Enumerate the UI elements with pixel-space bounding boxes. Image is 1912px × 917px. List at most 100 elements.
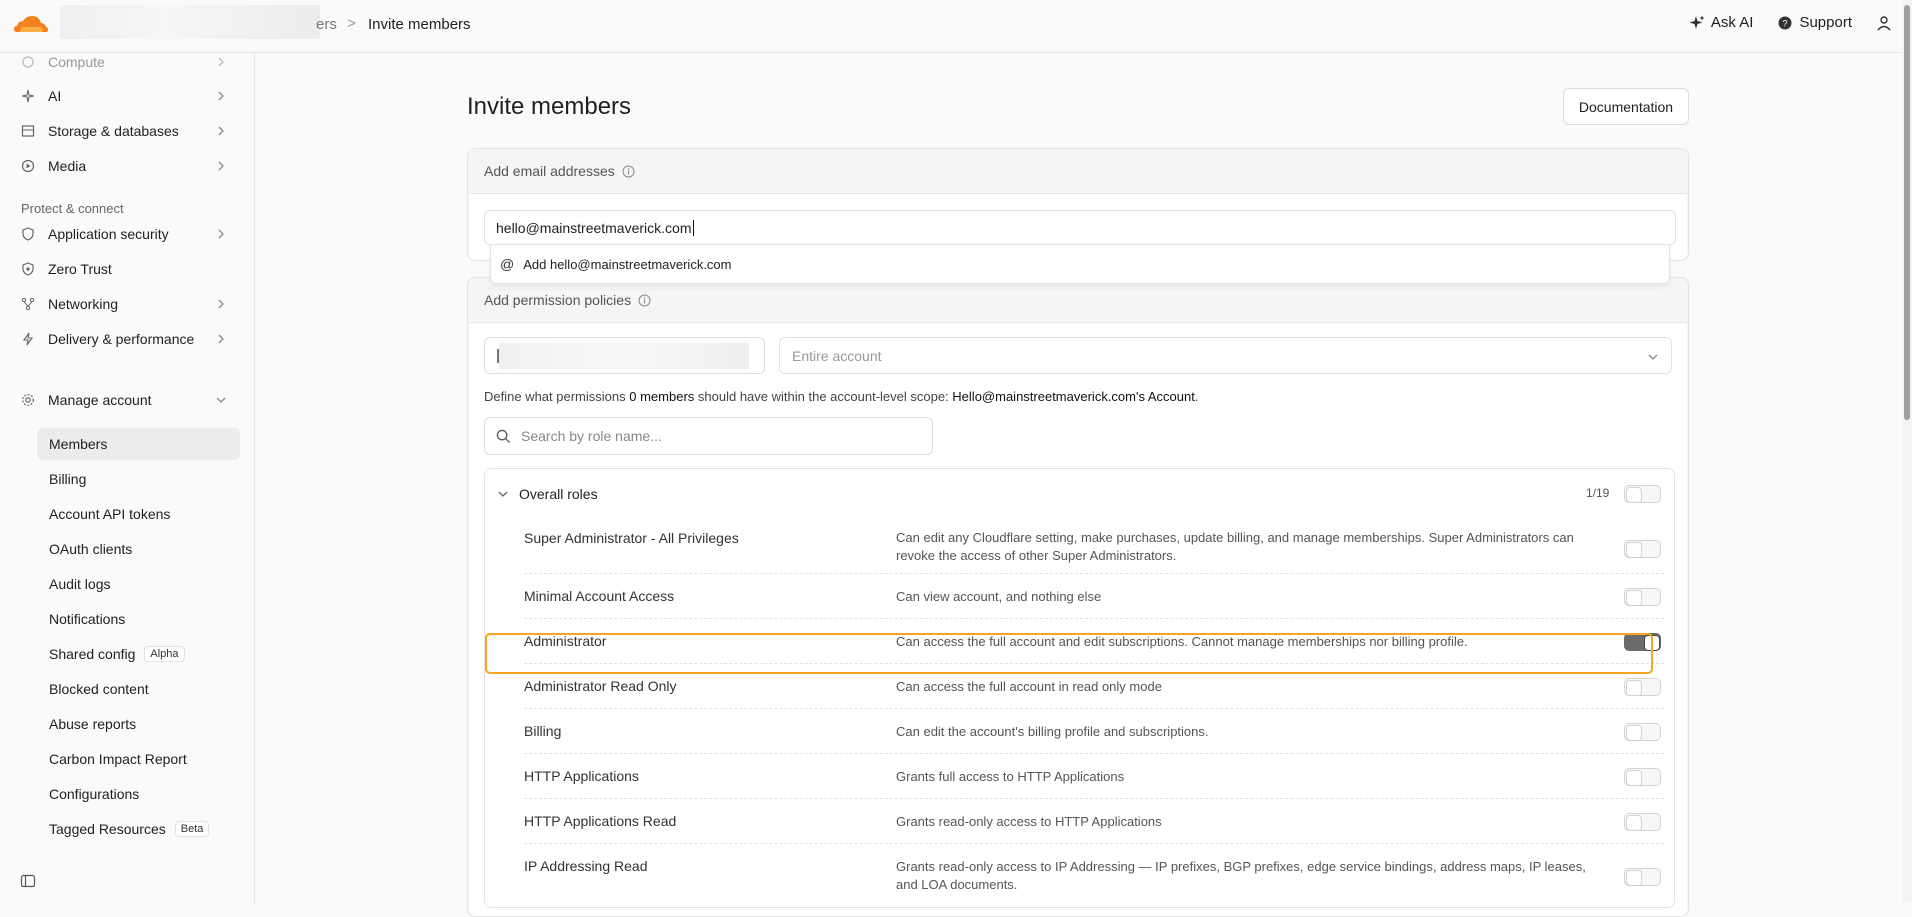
scrollbar-thumb[interactable] bbox=[1904, 5, 1910, 420]
sidebar-item-label: OAuth clients bbox=[49, 541, 133, 557]
documentation-button[interactable]: Documentation bbox=[1563, 88, 1689, 125]
at-icon: @ bbox=[500, 256, 515, 272]
role-search-input[interactable]: Search by role name... bbox=[484, 417, 933, 455]
overall-roles-toggle[interactable]: Overall roles bbox=[497, 486, 598, 502]
sidebar-item-manage-account[interactable]: Manage account bbox=[20, 385, 235, 415]
role-name: Minimal Account Access bbox=[524, 588, 675, 604]
sidebar-item-billing[interactable]: Billing bbox=[37, 463, 240, 495]
sidebar-item-blocked-content[interactable]: Blocked content bbox=[37, 673, 240, 705]
info-icon[interactable] bbox=[622, 165, 635, 178]
define-text: should have within the account-level sco… bbox=[697, 389, 949, 404]
sidebar-item-label: Application security bbox=[48, 226, 169, 242]
beta-badge: Beta bbox=[174, 821, 210, 837]
sidebar-item-zero-trust[interactable]: Zero Trust bbox=[20, 254, 235, 284]
compute-icon bbox=[20, 54, 36, 70]
role-toggle[interactable] bbox=[1624, 633, 1661, 651]
sidebar-item-networking[interactable]: Networking bbox=[20, 289, 235, 319]
chevron-right-icon bbox=[218, 299, 224, 309]
role-toggle[interactable] bbox=[1624, 868, 1661, 886]
role-toggle[interactable] bbox=[1624, 678, 1661, 696]
role-description: Can access the full account and edit sub… bbox=[896, 634, 1468, 649]
role-toggle[interactable] bbox=[1624, 588, 1661, 606]
role-name: HTTP Applications Read bbox=[524, 813, 677, 829]
page-scrollbar[interactable] bbox=[1902, 0, 1912, 903]
ask-ai-button[interactable]: Ask AI bbox=[1689, 14, 1754, 31]
sidebar-item-oauth-clients[interactable]: OAuth clients bbox=[37, 533, 240, 565]
scope-placeholder: Entire account bbox=[792, 347, 882, 364]
role-row: Billing Can edit the account's billing p… bbox=[524, 709, 1664, 754]
sidebar-item-compute[interactable]: Compute bbox=[20, 47, 235, 77]
sidebar-item-members[interactable]: Members bbox=[37, 428, 240, 460]
search-placeholder: Search by role name... bbox=[521, 428, 662, 444]
section-protect-connect: Protect & connect bbox=[21, 201, 124, 216]
user-menu-button[interactable] bbox=[1876, 15, 1892, 31]
bolt-icon bbox=[20, 331, 36, 347]
role-description: Grants full access to HTTP Applications bbox=[896, 769, 1125, 784]
role-name: Administrator bbox=[524, 633, 607, 649]
sidebar-item-storage[interactable]: Storage & databases bbox=[20, 116, 235, 146]
ask-ai-label: Ask AI bbox=[1710, 14, 1754, 31]
sidebar-item-label: Configurations bbox=[49, 786, 140, 802]
shield-icon bbox=[20, 226, 36, 242]
permission-section-title: Add permission policies bbox=[484, 292, 632, 308]
chevron-right-icon bbox=[218, 161, 224, 171]
role-toggle[interactable] bbox=[1624, 723, 1661, 741]
sidebar-item-delivery-performance[interactable]: Delivery & performance bbox=[20, 324, 235, 354]
sidebar-item-configurations[interactable]: Configurations bbox=[37, 778, 240, 810]
sidebar-item-media[interactable]: Media bbox=[20, 151, 235, 181]
sidebar-item-application-security[interactable]: Application security bbox=[20, 219, 235, 249]
sidebar-item-label: Networking bbox=[48, 296, 119, 312]
sidebar-item-shared-config[interactable]: Shared config Alpha bbox=[37, 638, 240, 670]
support-button[interactable]: ? Support bbox=[1777, 14, 1852, 31]
svg-text:?: ? bbox=[1783, 18, 1788, 28]
sidebar-item-label: Compute bbox=[48, 54, 105, 70]
sidebar-collapse-icon[interactable] bbox=[20, 873, 36, 889]
sidebar-item-audit-logs[interactable]: Audit logs bbox=[37, 568, 240, 600]
sidebar-item-tagged-resources[interactable]: Tagged Resources Beta bbox=[37, 813, 240, 845]
sidebar-item-abuse-reports[interactable]: Abuse reports bbox=[37, 708, 240, 740]
role-toggle[interactable] bbox=[1624, 540, 1661, 558]
account-switcher[interactable] bbox=[60, 5, 320, 39]
zero-trust-icon bbox=[20, 261, 36, 277]
sidebar-item-label: Notifications bbox=[49, 611, 126, 627]
select-all-toggle[interactable] bbox=[1624, 485, 1661, 503]
role-name: Super Administrator - All Privileges bbox=[524, 530, 739, 546]
sidebar-item-carbon-impact[interactable]: Carbon Impact Report bbox=[37, 743, 240, 775]
chevron-down-icon bbox=[498, 491, 508, 497]
suggestion-label: Add hello@mainstreetmaverick.com bbox=[523, 256, 732, 272]
define-period: . bbox=[1194, 389, 1199, 404]
sidebar-item-label: AI bbox=[48, 88, 62, 104]
role-description: Grants read-only access to HTTP Applicat… bbox=[896, 814, 1162, 829]
role-row: HTTP Applications Grants full access to … bbox=[524, 754, 1664, 799]
email-input-value: hello@mainstreetmaverick.com bbox=[496, 219, 692, 236]
role-description: Can edit any Cloudflare setting, make pu… bbox=[896, 530, 1574, 563]
play-icon bbox=[20, 158, 36, 174]
text-caret bbox=[692, 219, 694, 236]
sparkle-icon bbox=[20, 88, 36, 104]
email-input[interactable]: hello@mainstreetmaverick.com bbox=[484, 210, 1676, 245]
sidebar-item-api-tokens[interactable]: Account API tokens bbox=[37, 498, 240, 530]
role-name: Billing bbox=[524, 723, 562, 739]
account-select[interactable] bbox=[484, 337, 765, 374]
chevron-down-icon bbox=[1648, 354, 1658, 360]
info-icon[interactable] bbox=[638, 294, 651, 307]
sidebar: Compute AI Storage & databases Media Pro… bbox=[0, 53, 255, 903]
email-suggestion[interactable]: @ Add hello@mainstreetmaverick.com bbox=[490, 244, 1670, 284]
sidebar-item-notifications[interactable]: Notifications bbox=[37, 603, 240, 635]
sidebar-item-ai[interactable]: AI bbox=[20, 81, 235, 111]
role-toggle[interactable] bbox=[1624, 813, 1661, 831]
permission-section-header: Add permission policies bbox=[484, 292, 651, 308]
role-description: Can access the full account in read only… bbox=[896, 679, 1162, 694]
breadcrumb-members[interactable]: ers bbox=[316, 16, 337, 33]
email-section-title: Add email addresses bbox=[484, 163, 615, 179]
role-toggle[interactable] bbox=[1624, 768, 1661, 786]
account-name: Hello@mainstreetmaverick.com's Account bbox=[952, 389, 1195, 404]
network-icon bbox=[20, 296, 36, 312]
chevron-right-icon bbox=[218, 229, 224, 239]
user-icon bbox=[1877, 15, 1891, 30]
scope-select[interactable]: Entire account bbox=[779, 337, 1672, 374]
chevron-right-icon bbox=[218, 91, 224, 101]
chevron-right-icon bbox=[218, 334, 224, 344]
cloudflare-logo[interactable] bbox=[12, 13, 50, 35]
sidebar-item-label: Storage & databases bbox=[48, 123, 179, 139]
